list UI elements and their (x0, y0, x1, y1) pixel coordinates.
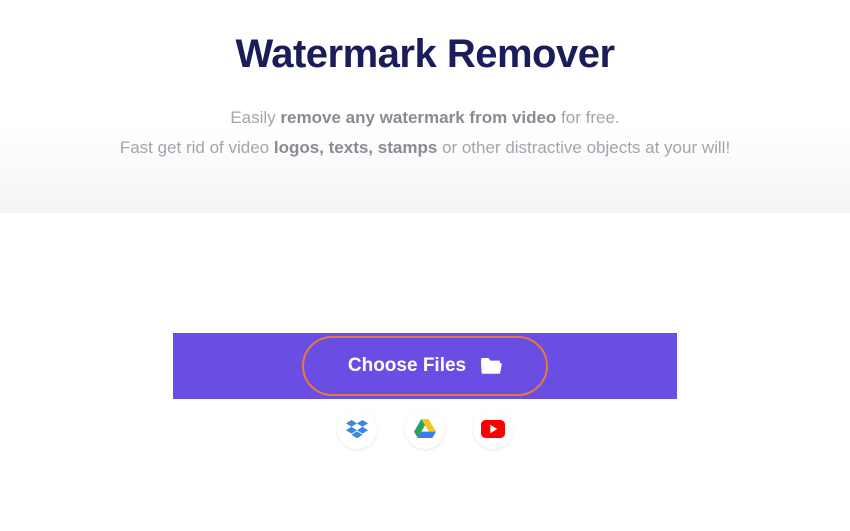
subtitle-1-post: for free. (556, 108, 619, 127)
subtitle-2-post: or other distractive objects at your wil… (437, 138, 730, 157)
folder-icon (480, 357, 502, 375)
google-drive-source-button[interactable] (405, 409, 445, 449)
subtitle-2-pre: Fast get rid of video (120, 138, 274, 157)
choose-files-label: Choose Files (348, 355, 466, 377)
page-title: Watermark Remover (0, 32, 850, 77)
dropbox-source-button[interactable] (337, 409, 377, 449)
source-buttons (337, 409, 513, 449)
subtitle-line-1: Easily remove any watermark from video f… (0, 103, 850, 133)
upload-bar[interactable]: Choose Files (173, 333, 677, 399)
youtube-icon (481, 420, 505, 438)
subtitle-line-2: Fast get rid of video logos, texts, stam… (0, 133, 850, 163)
upload-section: Choose Files (0, 213, 850, 449)
hero-header: Watermark Remover Easily remove any wate… (0, 0, 850, 213)
subtitle-1-bold: remove any watermark from video (280, 108, 556, 127)
subtitle-1-pre: Easily (230, 108, 280, 127)
dropbox-icon (346, 419, 368, 439)
youtube-source-button[interactable] (473, 409, 513, 449)
subtitle-2-bold: logos, texts, stamps (274, 138, 437, 157)
google-drive-icon (414, 419, 436, 439)
choose-files-button[interactable]: Choose Files (302, 336, 548, 396)
